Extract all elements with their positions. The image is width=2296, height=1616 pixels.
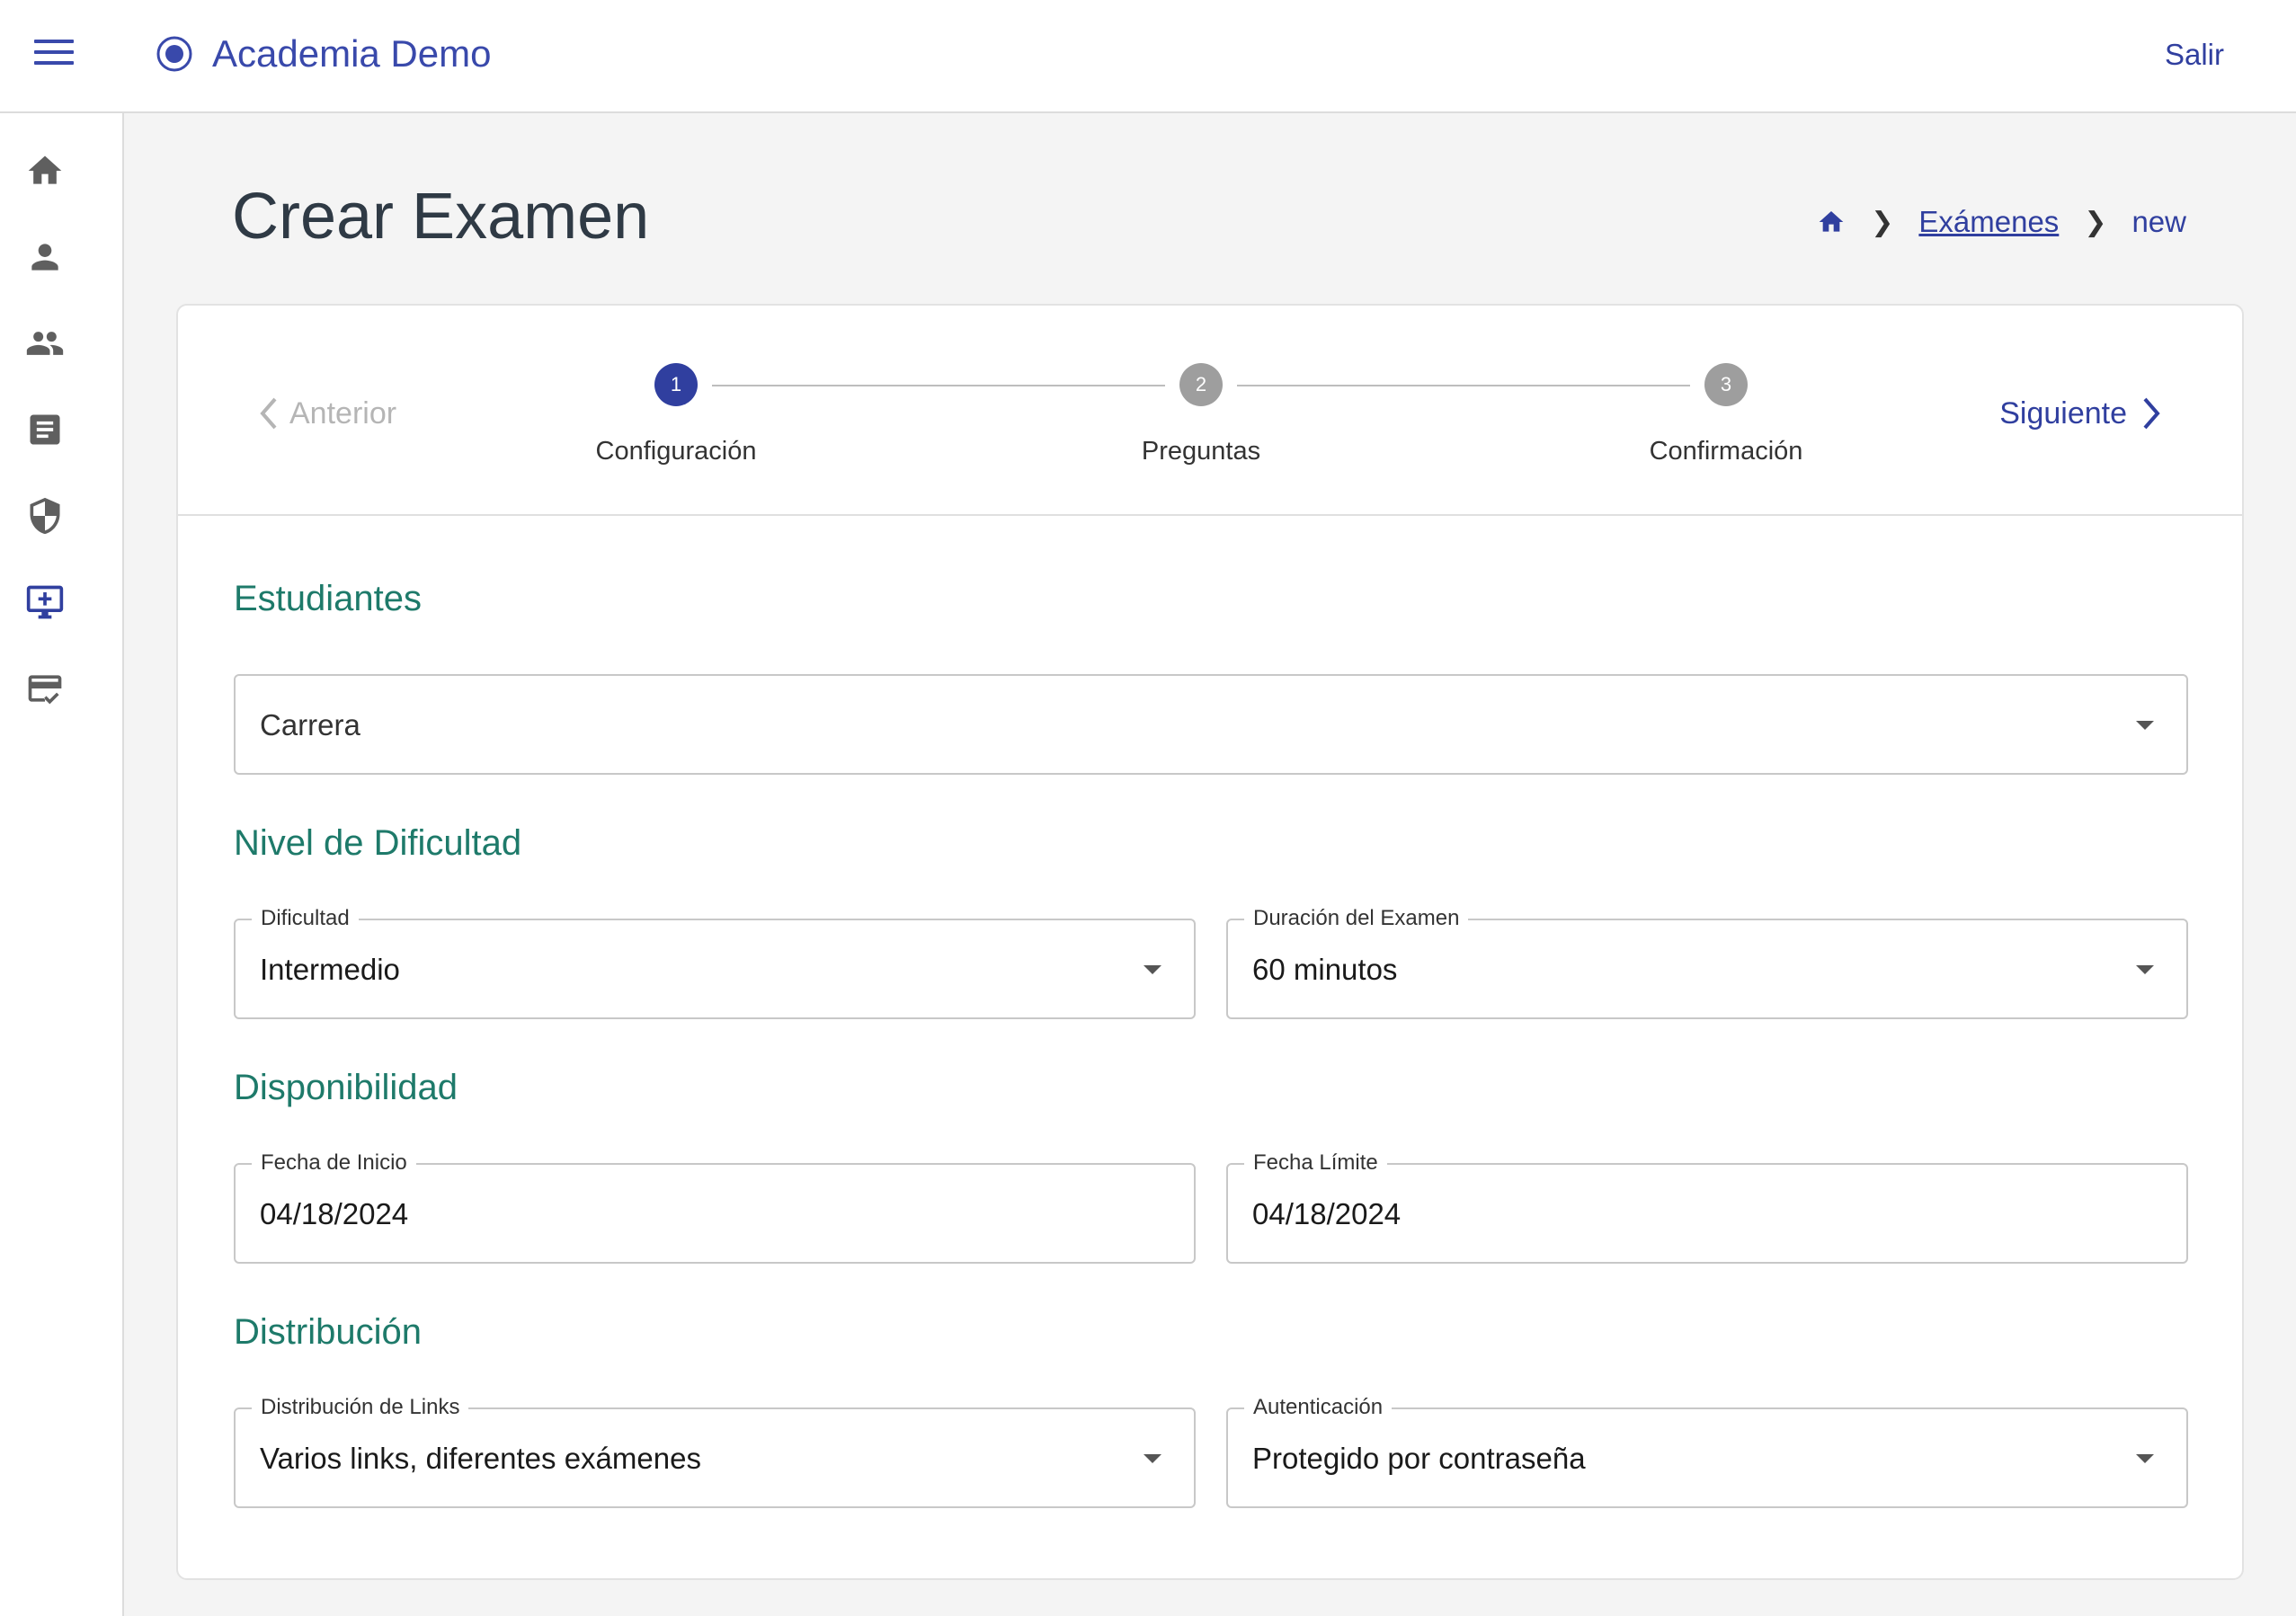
dropdown-arrow-icon <box>1144 965 1161 974</box>
section-title-students: Estudiantes <box>234 579 423 618</box>
step-3-label: Confirmación <box>1649 437 1803 466</box>
next-label: Siguiente <box>1999 395 2127 431</box>
section-title-availability: Disponibilidad <box>234 1068 458 1107</box>
chevron-right-icon <box>2143 397 2160 430</box>
page-title: Crear Examen <box>232 181 650 253</box>
difficulty-value: Intermedio <box>260 953 400 986</box>
person-icon[interactable] <box>25 237 65 277</box>
stepper: Anterior 1 2 3 Configuración Preguntas C… <box>178 306 2242 516</box>
dropdown-arrow-icon <box>2136 721 2154 730</box>
document-icon[interactable] <box>25 410 65 449</box>
breadcrumb: ❯ Exámenes ❯ new <box>1817 205 2186 239</box>
start-date-input[interactable]: Fecha de Inicio 04/18/2024 <box>234 1150 1196 1264</box>
links-distribution-select[interactable]: Distribución de Links Varios links, dife… <box>234 1395 1196 1508</box>
step-connector <box>1237 385 1690 386</box>
chevron-right-icon: ❯ <box>2084 207 2107 237</box>
end-date-value: 04/18/2024 <box>1252 1197 1402 1230</box>
end-date-input[interactable]: Fecha Límite 04/18/2024 <box>1226 1150 2188 1264</box>
exam-form-card: Anterior 1 2 3 Configuración Preguntas C… <box>176 304 2244 1580</box>
difficulty-label: Dificultad <box>252 906 359 931</box>
top-bar: Academia Demo Salir <box>0 0 2296 113</box>
duration-label: Duración del Examen <box>1244 906 1469 931</box>
authentication-value: Protegido por contraseña <box>1252 1442 1586 1475</box>
chevron-left-icon <box>260 397 277 430</box>
app-title: Academia Demo <box>212 32 492 75</box>
home-icon[interactable] <box>25 151 65 191</box>
career-placeholder: Carrera <box>260 708 360 741</box>
step-1-label: Configuración <box>595 437 757 466</box>
chevron-right-icon: ❯ <box>1871 207 1894 237</box>
start-date-label: Fecha de Inicio <box>252 1150 416 1176</box>
breadcrumb-home-icon[interactable] <box>1817 208 1846 236</box>
next-button[interactable]: Siguiente <box>1999 395 2163 431</box>
sidebar <box>0 113 124 1616</box>
add-screen-icon[interactable] <box>25 582 65 622</box>
logo-icon <box>156 36 192 72</box>
start-date-value: 04/18/2024 <box>260 1197 409 1230</box>
links-distribution-value: Varios links, diferentes exámenes <box>260 1442 701 1475</box>
logout-button[interactable]: Salir <box>2165 38 2224 72</box>
step-1-circle[interactable]: 1 <box>654 363 698 406</box>
step-3-circle[interactable]: 3 <box>1704 363 1748 406</box>
group-icon[interactable] <box>25 324 65 363</box>
end-date-label: Fecha Límite <box>1244 1150 1387 1176</box>
authentication-label: Autenticación <box>1244 1395 1393 1420</box>
section-title-difficulty: Nivel de Dificultad <box>234 823 522 863</box>
dropdown-arrow-icon <box>2136 1454 2154 1463</box>
previous-button[interactable]: Anterior <box>257 395 396 431</box>
previous-label: Anterior <box>289 395 397 431</box>
step-connector <box>712 385 1165 386</box>
dropdown-arrow-icon <box>1144 1454 1161 1463</box>
career-select[interactable]: Carrera <box>234 674 2188 775</box>
step-2-circle[interactable]: 2 <box>1179 363 1223 406</box>
dropdown-arrow-icon <box>2136 965 2154 974</box>
card-check-icon[interactable] <box>25 669 65 708</box>
breadcrumb-link-examenes[interactable]: Exámenes <box>1918 205 2059 239</box>
duration-value: 60 minutos <box>1252 953 1398 986</box>
difficulty-select[interactable]: Dificultad Intermedio <box>234 906 1196 1019</box>
menu-icon[interactable] <box>34 40 74 72</box>
step-2-label: Preguntas <box>1141 437 1261 466</box>
links-distribution-label: Distribución de Links <box>252 1395 469 1420</box>
section-title-distribution: Distribución <box>234 1312 422 1352</box>
breadcrumb-current: new <box>2131 205 2186 238</box>
shield-icon[interactable] <box>25 496 65 536</box>
duration-select[interactable]: Duración del Examen 60 minutos <box>1226 906 2188 1019</box>
authentication-select[interactable]: Autenticación Protegido por contraseña <box>1226 1395 2188 1508</box>
